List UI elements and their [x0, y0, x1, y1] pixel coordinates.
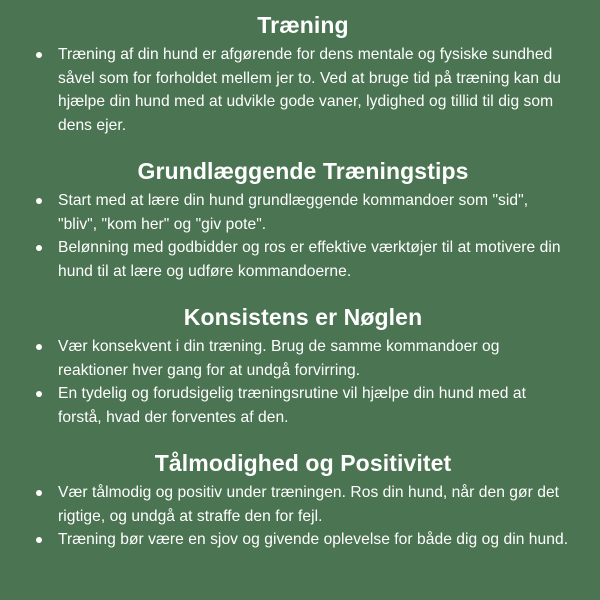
- section-title-konsistens-er-noeglen: Konsistens er Nøglen: [183, 304, 423, 330]
- bullet-text: En tydelig og forudsigelig træningsrutin…: [58, 385, 527, 426]
- bullet-text: Træning bør være en sjov og givende ople…: [58, 531, 569, 548]
- bullet-text: Vær konsekvent i din træning. Brug de sa…: [58, 338, 500, 379]
- bullet-dot: [36, 490, 42, 496]
- training-tips-page: Træning Træning af din hund er afgørende…: [0, 0, 600, 600]
- bullet-list-grundlaeggende-traeningstips: Start med at lære din hund grundlæggende…: [36, 189, 570, 283]
- bullet-text: Træning af din hund er afgørende for den…: [58, 46, 561, 134]
- bullet-item: Træning af din hund er afgørende for den…: [36, 43, 570, 137]
- bullet-list-taalmodighed-og-positivitet: Vær tålmodig og positiv under træningen.…: [36, 481, 570, 552]
- bullet-dot: [36, 537, 42, 543]
- section-traening: Træning Træning af din hund er afgørende…: [36, 10, 570, 137]
- bullet-item: Belønning med godbidder og ros er effekt…: [36, 236, 570, 283]
- section-taalmodighed-og-positivitet: Tålmodighed og Positivitet Vær tålmodig …: [36, 448, 570, 552]
- section-title-taalmodighed-og-positivitet: Tålmodighed og Positivitet: [154, 450, 452, 476]
- bullet-item: En tydelig og forudsigelig træningsrutin…: [36, 382, 570, 429]
- section-grundlaeggende-traeningstips: Grundlæggende Træningstips Start med at …: [36, 156, 570, 283]
- section-konsistens-er-noeglen: Konsistens er Nøglen Vær konsekvent i di…: [36, 302, 570, 429]
- bullet-dot: [36, 198, 42, 204]
- bullet-item: Vær konsekvent i din træning. Brug de sa…: [36, 335, 570, 382]
- bullet-dot: [36, 245, 42, 251]
- section-title-traening: Træning: [257, 12, 349, 38]
- bullet-dot: [36, 391, 42, 397]
- bullet-list-traening: Træning af din hund er afgørende for den…: [36, 43, 570, 137]
- bullet-text: Vær tålmodig og positiv under træningen.…: [58, 484, 560, 525]
- bullet-text: Start med at lære din hund grundlæggende…: [58, 192, 529, 233]
- section-title-grundlaeggende-traeningstips: Grundlæggende Træningstips: [137, 158, 469, 184]
- bullet-dot: [36, 52, 42, 58]
- bullet-dot: [36, 344, 42, 350]
- bullet-item: Start med at lære din hund grundlæggende…: [36, 189, 570, 236]
- bullet-list-konsistens-er-noeglen: Vær konsekvent i din træning. Brug de sa…: [36, 335, 570, 429]
- bullet-text: Belønning med godbidder og ros er effekt…: [58, 239, 561, 280]
- bullet-item: Vær tålmodig og positiv under træningen.…: [36, 481, 570, 528]
- bullet-item: Træning bør være en sjov og givende ople…: [36, 528, 570, 552]
